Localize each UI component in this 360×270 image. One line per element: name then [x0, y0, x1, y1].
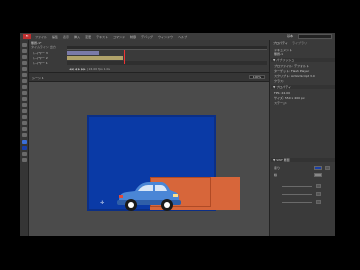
scale-slider[interactable]: [282, 202, 312, 203]
properties-panel: プロパティ ライブラリ ドキュメント 無題-1 ▼ パブリッシュ プロファイル:…: [269, 40, 335, 236]
eraser-tool-icon[interactable]: [22, 121, 27, 125]
line-tool-icon[interactable]: [22, 79, 27, 83]
frame-span[interactable]: [67, 56, 123, 60]
tab-properties[interactable]: プロパティ: [273, 41, 288, 45]
zoom-tool-icon[interactable]: [22, 133, 27, 137]
menu-file[interactable]: ファイル: [35, 35, 47, 39]
timeline-panel: 無題-1* タイムライン 出力 レイヤー 3 レイヤー 2 レイヤー 1 ◀◀ …: [29, 40, 269, 73]
cursor-icon: ✛: [100, 200, 105, 206]
frame-span[interactable]: [67, 61, 267, 65]
snap-icon[interactable]: [22, 158, 27, 162]
pasteboard[interactable]: ✛: [29, 82, 269, 236]
size-value[interactable]: サイズ: 550 x 400 px: [274, 96, 305, 100]
stroke-color-swatch[interactable]: [22, 140, 27, 144]
properties-section-header[interactable]: ▼ プロパティ: [271, 85, 335, 89]
layer-name[interactable]: レイヤー 2: [33, 56, 48, 60]
scene-breadcrumb[interactable]: シーン 1: [32, 76, 44, 80]
subselection-tool-icon[interactable]: [22, 49, 27, 53]
tools-panel: [20, 40, 29, 236]
publish-section-header[interactable]: ▼ パブリッシュ: [271, 58, 335, 62]
layer-name[interactable]: レイヤー 3: [33, 51, 48, 55]
menu-view[interactable]: 表示: [63, 35, 69, 39]
option-button[interactable]: [316, 192, 321, 196]
brush-tool-icon[interactable]: [22, 97, 27, 101]
pen-tool-icon[interactable]: [22, 67, 27, 71]
menu-help[interactable]: ヘルプ: [178, 35, 187, 39]
eyedropper-tool-icon[interactable]: [22, 115, 27, 119]
stroke-label: 線: [274, 173, 278, 177]
class-label: クラス:: [274, 79, 284, 83]
fill-color-swatch[interactable]: [314, 166, 322, 170]
layer-row[interactable]: レイヤー 1: [31, 61, 267, 65]
hand-tool-icon[interactable]: [22, 127, 27, 131]
menu-text[interactable]: テキスト: [96, 35, 108, 39]
layer-row[interactable]: レイヤー 2: [31, 56, 267, 60]
option-button[interactable]: [316, 184, 321, 188]
document-name: 無題-1: [274, 52, 283, 56]
selection-tool-icon[interactable]: [22, 43, 27, 47]
opacity-slider[interactable]: [282, 194, 312, 195]
tab-library[interactable]: ライブラリ: [292, 41, 307, 45]
swap-colors-icon[interactable]: [22, 152, 27, 156]
fill-color-swatch[interactable]: [22, 146, 27, 150]
playhead[interactable]: [124, 50, 125, 64]
stroke-width-slider[interactable]: [282, 186, 312, 187]
fill-label: 塗り: [274, 166, 281, 170]
profile-value[interactable]: プロファイル: デフォルト: [274, 64, 309, 68]
paint-bucket-tool-icon[interactable]: [22, 109, 27, 113]
stage-color-label: ステージ:: [274, 101, 287, 105]
pencil-tool-icon[interactable]: [22, 91, 27, 95]
menu-debug[interactable]: デバッグ: [141, 35, 153, 39]
frame-span[interactable]: [67, 51, 99, 55]
app-logo: Fl: [23, 34, 31, 39]
help-search-input[interactable]: [298, 34, 332, 39]
frame-ruler[interactable]: [67, 46, 267, 50]
playback-controls[interactable]: ◀◀ ◀ ▶ ▶▶ | 24.00 fps 1.0s: [69, 67, 189, 71]
menu-control[interactable]: 制御: [130, 35, 136, 39]
text-tool-icon[interactable]: [22, 73, 27, 77]
stage-edit-bar: シーン 1 100%: [29, 73, 269, 82]
layer-name[interactable]: レイヤー 1: [33, 61, 48, 65]
lasso-tool-icon[interactable]: [22, 61, 27, 65]
fps-value[interactable]: FPS: 24.00: [274, 91, 290, 95]
menu-edit[interactable]: 編集: [52, 35, 58, 39]
option-button[interactable]: [316, 200, 321, 204]
workspace-switcher[interactable]: 基本: [287, 34, 293, 38]
menu-bar: Fl ファイル 編集 表示 挿入 変更 テキスト コマンド 制御 デバッグ ウィ…: [20, 33, 335, 40]
menu-modify[interactable]: 変更: [85, 35, 91, 39]
car-illustration[interactable]: [113, 178, 183, 214]
free-transform-tool-icon[interactable]: [22, 55, 27, 59]
stroke-color-swatch[interactable]: [314, 173, 322, 177]
swf-history-header[interactable]: ▼ SWF 履歴: [271, 158, 335, 162]
layer-row[interactable]: レイヤー 3: [31, 51, 267, 55]
rectangle-tool-icon[interactable]: [22, 85, 27, 89]
fill-options-button[interactable]: [325, 166, 330, 170]
timeline-tabs[interactable]: タイムライン 出力: [31, 45, 56, 49]
menu-commands[interactable]: コマンド: [113, 35, 125, 39]
menu-insert[interactable]: 挿入: [74, 35, 80, 39]
script-value[interactable]: スクリプト: ActionScript 3.0: [274, 74, 315, 78]
flash-app-window: Fl ファイル 編集 表示 挿入 変更 テキスト コマンド 制御 デバッグ ウィ…: [20, 33, 335, 236]
target-value[interactable]: ターゲット: Flash Player: [274, 69, 309, 73]
bone-tool-icon[interactable]: [22, 103, 27, 107]
zoom-select[interactable]: 100%: [249, 75, 265, 79]
menu-window[interactable]: ウィンドウ: [158, 35, 173, 39]
